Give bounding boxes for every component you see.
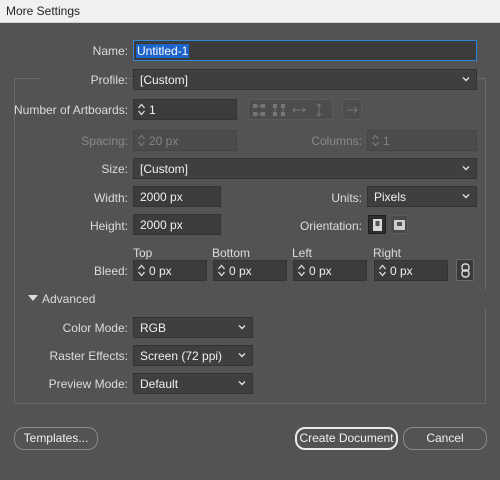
stepper-arrows-icon [379,264,386,277]
artboard-arrangement-group [248,99,333,120]
chevron-down-icon [238,325,246,330]
size-value: [Custom] [140,162,189,176]
spacing-label: Spacing: [81,134,128,148]
bleed-bottom-value: 0 px [229,264,252,278]
raster-effects-label: Raster Effects: [49,349,128,363]
chevron-down-icon [462,194,470,199]
preview-mode-label: Preview Mode: [48,377,128,391]
orientation-portrait-button[interactable] [368,215,386,234]
bleed-top-value: 0 px [149,264,172,278]
stepper-arrows-icon [138,264,145,277]
stepper-arrows-icon [138,103,145,116]
size-dropdown[interactable]: [Custom] [133,158,477,179]
arrange-by-row-icon[interactable] [292,103,306,117]
width-input[interactable]: 2000 px [133,186,221,207]
bleed-right-value: 0 px [390,264,413,278]
profile-dropdown[interactable]: [Custom] [133,69,477,90]
width-label: Width: [93,191,128,205]
stepper-arrows-icon [218,264,225,277]
link-bleed-icon [461,263,470,278]
artboards-stepper[interactable]: 1 [133,99,237,120]
bleed-left-value: 0 px [309,264,332,278]
columns-stepper[interactable]: 1 [367,130,477,151]
artboards-label: Number of Artboards: [14,103,129,117]
orientation-label: Orientation: [299,219,362,233]
arrange-by-column-icon[interactable] [312,103,326,117]
bleed-right-label: Right [373,246,402,260]
color-mode-value: RGB [140,321,167,335]
units-dropdown[interactable]: Pixels [367,186,477,207]
cancel-button[interactable]: Cancel [403,427,487,450]
layout-direction-button[interactable] [342,99,362,120]
bleed-label: Bleed: [93,264,128,278]
bleed-left-stepper[interactable]: 0 px [293,260,367,281]
stepper-arrows-icon [298,264,305,277]
bleed-left-label: Left [292,246,313,260]
raster-effects-dropdown[interactable]: Screen (72 ppi) [133,345,253,366]
width-value: 2000 px [140,190,183,204]
height-label: Height: [89,219,128,233]
height-value: 2000 px [140,218,183,232]
stepper-arrows-icon [138,134,145,147]
link-bleed-button[interactable] [456,259,474,281]
profile-label: Profile: [40,73,128,87]
advanced-toggle[interactable]: Advanced [26,290,486,308]
height-input[interactable]: 2000 px [133,214,221,235]
advanced-label: Advanced [42,292,96,306]
spacing-stepper[interactable]: 20 px [133,130,237,151]
bleed-bottom-stepper[interactable]: 0 px [213,260,287,281]
name-label: Name: [92,44,128,58]
landscape-icon [394,220,405,230]
grid-by-column-icon[interactable] [272,103,286,117]
chevron-down-icon [462,77,470,82]
units-value: Pixels [374,190,407,204]
grid-by-row-icon[interactable] [252,103,266,117]
color-mode-label: Color Mode: [62,321,128,335]
size-label: Size: [101,162,128,176]
templates-button[interactable]: Templates... [14,427,98,450]
triangle-down-icon [28,295,38,301]
artboards-value: 1 [149,103,156,117]
chevron-down-icon [462,166,470,171]
preview-mode-dropdown[interactable]: Default [133,373,253,394]
portrait-icon [373,219,382,231]
bleed-bottom-label: Bottom [212,246,251,260]
stepper-arrows-icon [372,134,379,147]
profile-value: [Custom] [140,73,189,87]
orientation-landscape-button[interactable] [390,215,408,234]
spacing-value: 20 px [149,134,179,148]
units-label: Units: [331,191,362,205]
bleed-right-stepper[interactable]: 0 px [374,260,448,281]
name-value: Untitled-1 [136,44,190,58]
bleed-top-stepper[interactable]: 0 px [133,260,207,281]
columns-label: Columns: [311,134,362,148]
window-title: More Settings [6,4,81,18]
chevron-down-icon [238,381,246,386]
name-input[interactable]: Untitled-1 [133,40,477,61]
bleed-top-label: Top [133,246,153,260]
preview-mode-value: Default [140,377,179,391]
color-mode-dropdown[interactable]: RGB [133,317,253,338]
create-document-button[interactable]: Create Document [295,427,398,450]
chevron-down-icon [238,353,246,358]
raster-effects-value: Screen (72 ppi) [140,349,223,363]
title-bar: More Settings [0,0,500,23]
right-to-left-icon [347,106,358,114]
columns-value: 1 [383,134,390,148]
